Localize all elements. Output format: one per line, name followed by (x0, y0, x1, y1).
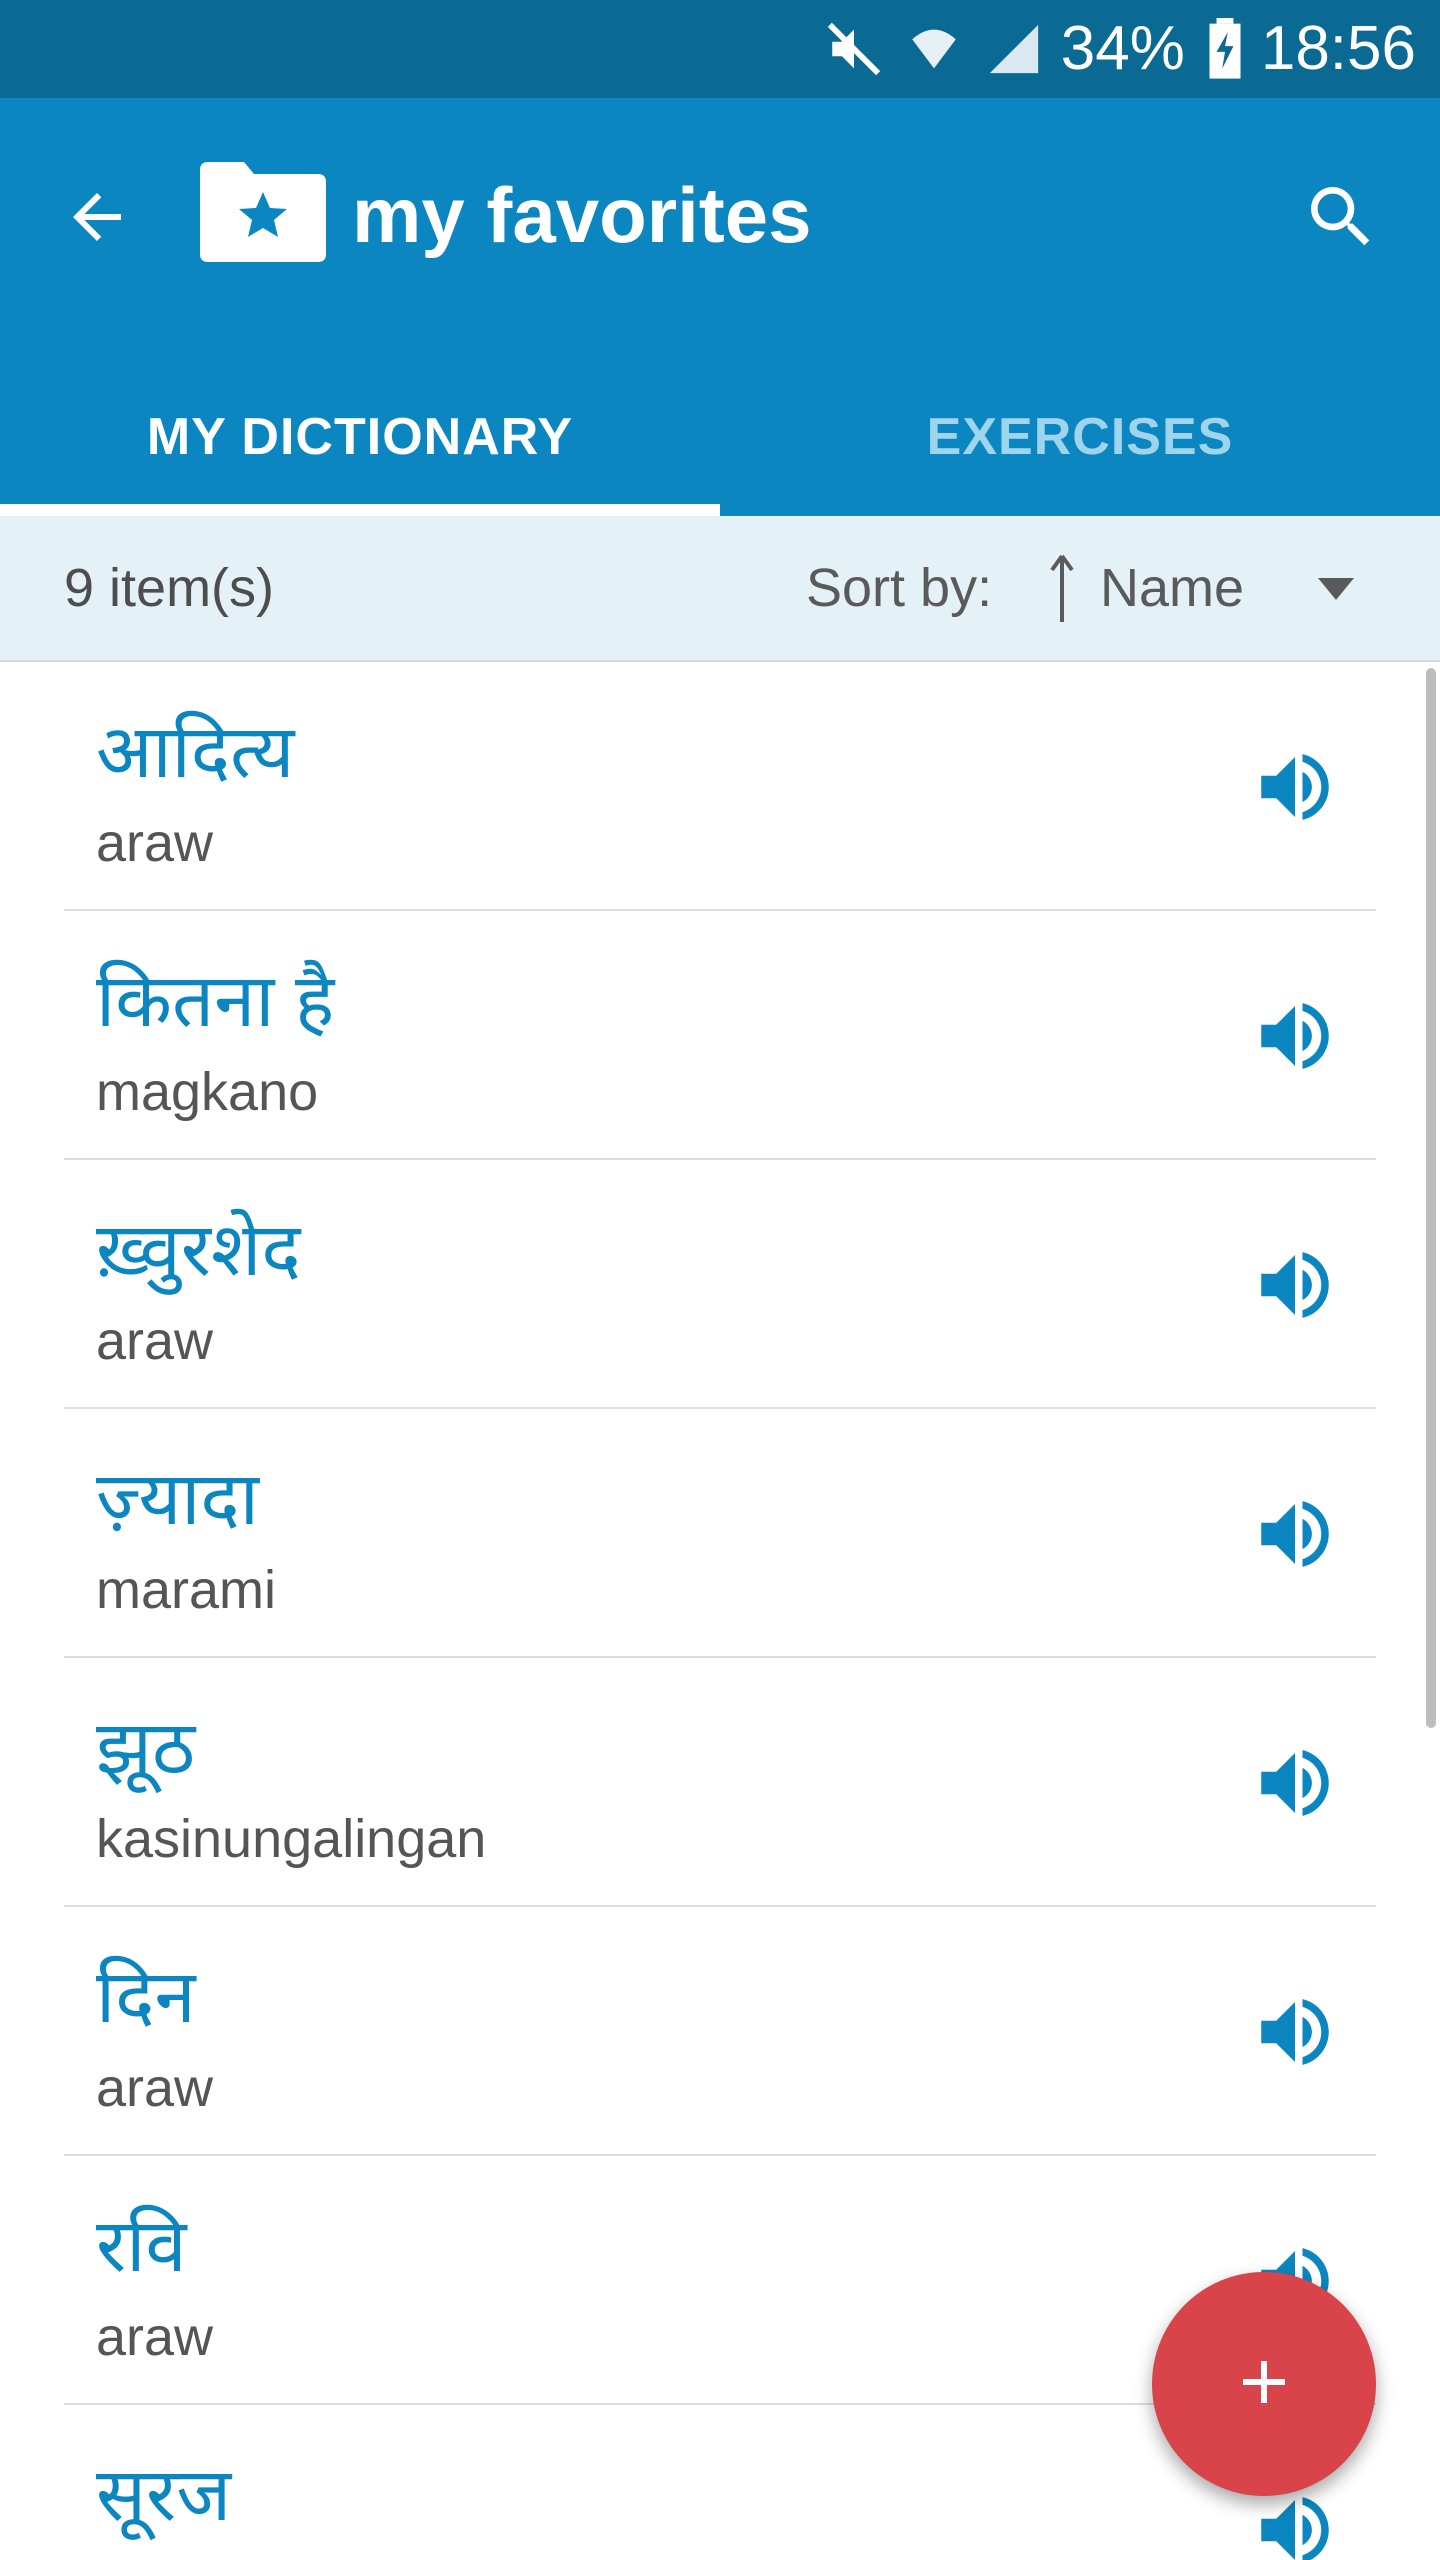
translation: magkano (96, 1062, 319, 1122)
arrow-back-icon (61, 181, 133, 258)
word: दिन (96, 1955, 196, 2038)
word: ज़्यादा (96, 1457, 259, 1540)
battery-charging-icon (1207, 18, 1243, 80)
dropdown-arrow-icon[interactable] (1314, 570, 1358, 606)
list-item[interactable]: कितना है magkano (0, 911, 1440, 1160)
list-item[interactable]: झूठ kasinungalingan (0, 1658, 1440, 1907)
word: झूठ (96, 1706, 195, 1789)
tab-my-dictionary[interactable]: MY DICTIONARY (0, 358, 720, 516)
sort-ascending-icon[interactable] (1044, 552, 1080, 626)
scrollbar[interactable] (1426, 668, 1436, 1728)
mute-icon (825, 20, 883, 78)
tab-indicator (0, 504, 720, 516)
item-count: 9 item(s) (64, 558, 275, 618)
sort-value[interactable]: Name (1100, 557, 1244, 619)
status-bar: 34% 18:56 (0, 0, 1440, 98)
add-button[interactable] (1152, 2272, 1376, 2496)
app-bar: my favorites MY DICTIONARY EXERCISES (0, 98, 1440, 516)
plus-icon (1228, 2346, 1300, 2423)
star-folder-icon (200, 162, 326, 262)
list-item[interactable]: आदित्य araw (0, 662, 1440, 911)
translation: kasinungalingan (96, 1809, 487, 1869)
speaker-icon[interactable] (1250, 1987, 1340, 2077)
list-item[interactable]: ख़्वुरशेद araw (0, 1160, 1440, 1409)
translation: marami (96, 1560, 277, 1620)
sort-bar: 9 item(s) Sort by: Name (0, 516, 1440, 662)
speaker-icon[interactable] (1250, 1489, 1340, 1579)
list-item[interactable]: दिन araw (0, 1907, 1440, 2156)
speaker-icon[interactable] (1250, 2485, 1340, 2560)
translation: araw (96, 1311, 214, 1371)
word: ख़्वुरशेद (96, 1208, 301, 1291)
translation: araw (96, 2058, 214, 2118)
word: सूरज (96, 2453, 232, 2536)
battery-percent: 34% (1060, 14, 1185, 83)
wifi-icon (905, 20, 963, 78)
speaker-icon[interactable] (1250, 991, 1340, 1081)
signal-icon (985, 20, 1043, 78)
search-button[interactable] (1296, 174, 1386, 264)
tab-bar: MY DICTIONARY EXERCISES (0, 358, 1440, 516)
word: कितना है (96, 959, 335, 1042)
sort-label: Sort by: (806, 558, 993, 618)
word: आदित्य (96, 710, 295, 793)
translation: araw (96, 2307, 214, 2367)
speaker-icon[interactable] (1250, 1738, 1340, 1828)
page-title: my favorites (352, 171, 812, 259)
word: रवि (96, 2204, 187, 2287)
favorites-list: आदित्य araw कितना है magkano ख़्वुरशेद a… (0, 662, 1440, 2560)
tab-exercises[interactable]: EXERCISES (720, 358, 1440, 516)
speaker-icon[interactable] (1250, 742, 1340, 832)
speaker-icon[interactable] (1250, 1240, 1340, 1330)
back-button[interactable] (52, 174, 142, 264)
translation: araw (96, 813, 214, 873)
search-icon (1301, 177, 1381, 262)
clock: 18:56 (1260, 14, 1416, 83)
list-item[interactable]: ज़्यादा marami (0, 1409, 1440, 1658)
